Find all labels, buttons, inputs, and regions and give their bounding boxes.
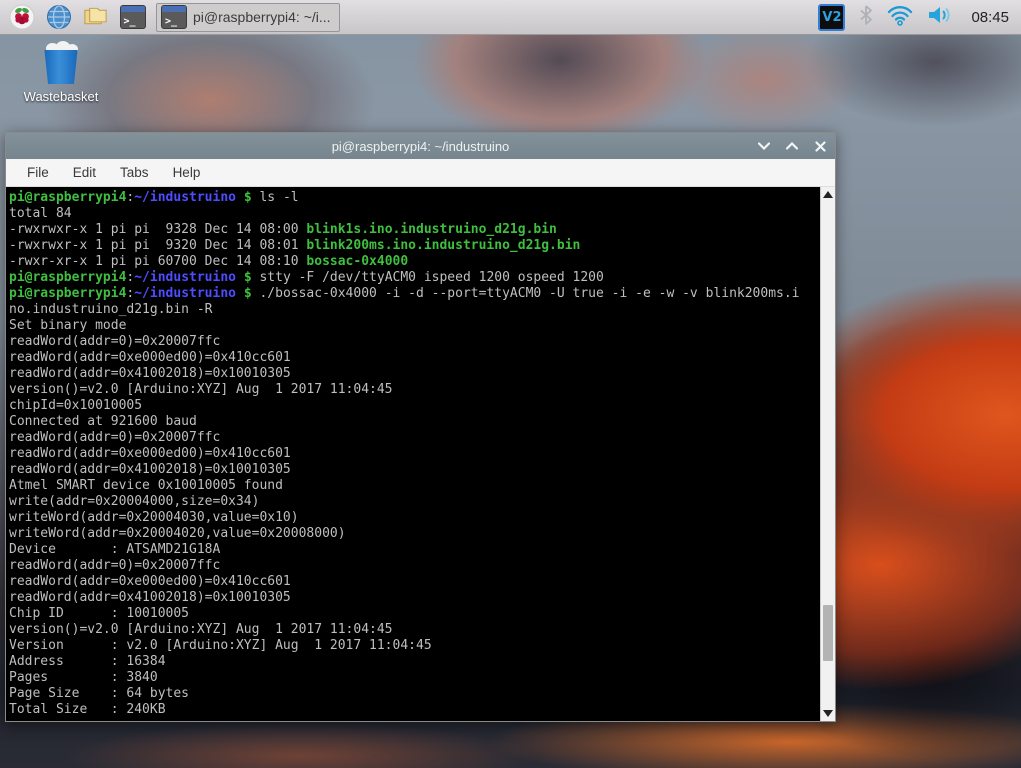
- system-tray: V2 08:45: [818, 4, 1013, 31]
- terminal-glyph: >_: [161, 5, 187, 29]
- wastebasket-icon: [38, 40, 84, 86]
- web-browser-icon[interactable]: [45, 4, 72, 31]
- maximize-button[interactable]: [785, 139, 799, 153]
- scroll-up-icon[interactable]: [823, 191, 833, 198]
- taskbar-window-title: pi@raspberrypi4: ~/i...: [193, 9, 331, 25]
- window-titlebar[interactable]: pi@raspberrypi4: ~/industruino: [6, 133, 835, 159]
- menu-file[interactable]: File: [16, 161, 60, 184]
- terminal-window: pi@raspberrypi4: ~/industruino File Edit…: [5, 132, 836, 722]
- raspberry-menu-icon[interactable]: [8, 4, 35, 31]
- clock[interactable]: 08:45: [971, 9, 1009, 26]
- wastebasket-label: Wastebasket: [12, 89, 110, 104]
- menu-bar: File Edit Tabs Help: [6, 159, 835, 187]
- scroll-down-icon[interactable]: [823, 710, 833, 717]
- menu-edit[interactable]: Edit: [62, 161, 107, 184]
- scrollbar-thumb[interactable]: [823, 605, 833, 661]
- close-icon[interactable]: [813, 139, 827, 153]
- terminal-output[interactable]: pi@raspberrypi4:~/industruino $ ls -ltot…: [6, 187, 820, 721]
- wifi-icon[interactable]: [887, 4, 913, 31]
- taskbar-window-button[interactable]: >_ pi@raspberrypi4: ~/i...: [156, 3, 340, 32]
- terminal-launcher-icon[interactable]: >_: [119, 4, 146, 31]
- bluetooth-icon[interactable]: [859, 5, 873, 30]
- menu-tabs[interactable]: Tabs: [109, 161, 160, 184]
- volume-icon[interactable]: [927, 4, 953, 31]
- minimize-button[interactable]: [757, 139, 771, 153]
- wastebasket-desktop-icon[interactable]: Wastebasket: [12, 40, 110, 104]
- scrollbar-track[interactable]: [821, 202, 835, 706]
- window-title: pi@raspberrypi4: ~/industruino: [6, 139, 835, 154]
- menu-help[interactable]: Help: [162, 161, 212, 184]
- vnc-server-icon[interactable]: V2: [818, 4, 845, 31]
- terminal-scrollbar[interactable]: [820, 187, 835, 721]
- file-manager-icon[interactable]: [82, 4, 109, 31]
- terminal-glyph: >_: [120, 5, 146, 29]
- taskbar: >_ >_ pi@raspberrypi4: ~/i... V2: [0, 0, 1021, 35]
